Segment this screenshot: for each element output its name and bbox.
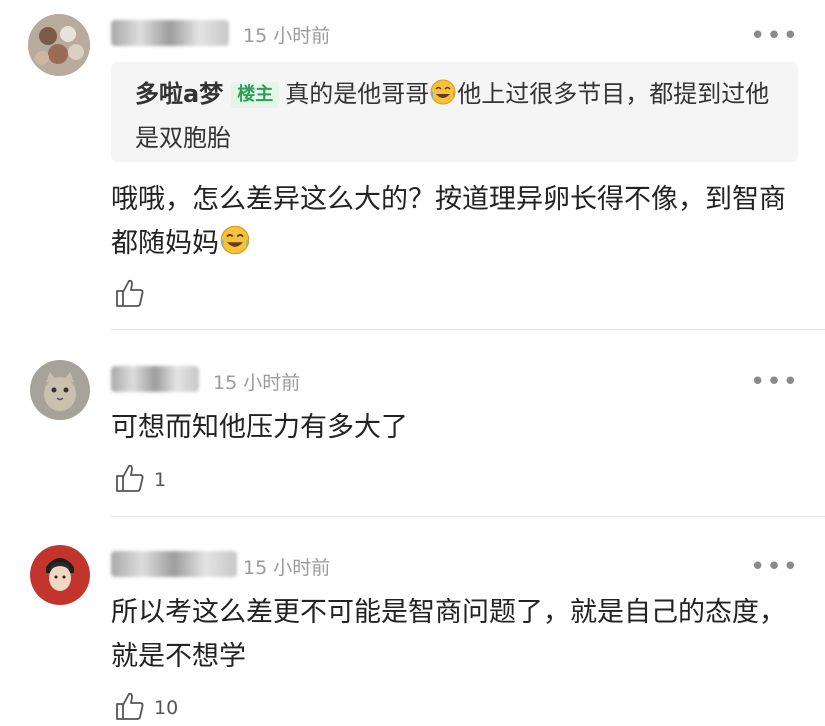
timestamp: 15 小时前 — [213, 372, 301, 394]
laughing-tears-emoji-icon — [219, 224, 251, 270]
thumbs-up-icon — [114, 462, 146, 498]
thumbs-up-icon — [114, 277, 146, 313]
username-redacted[interactable] — [111, 551, 237, 577]
comment-text: 哦哦，怎么差异这么大的？按道理异卵长得不像，到智商都随妈妈 — [111, 178, 801, 270]
avatar[interactable] — [30, 360, 90, 420]
quoted-reply: 多啦a梦 楼主 真的是他哥哥 他上过很多节目，都提到过他是双胞胎 — [111, 62, 798, 162]
comment-text: 可想而知他压力有多大了 — [111, 412, 408, 443]
comment-item: 15 小时前 ••• 可想而知他压力有多大了 1 — [0, 330, 825, 517]
like-button[interactable]: 1 — [114, 462, 166, 498]
username-redacted[interactable] — [111, 366, 199, 392]
comment-item: 15 小时前 ••• 所以考这么差更不可能是智商问题了，就是自己的态度，就是不想… — [0, 517, 825, 721]
timestamp: 15 小时前 — [243, 557, 331, 579]
quote-text-a: 真的是他哥哥 — [285, 80, 430, 108]
more-options-icon[interactable]: ••• — [750, 369, 798, 395]
quote-author[interactable]: 多啦a梦 — [135, 80, 223, 108]
more-options-icon[interactable]: ••• — [750, 554, 798, 580]
like-count: 10 — [154, 697, 179, 719]
more-options-icon[interactable]: ••• — [750, 23, 798, 49]
username-redacted[interactable] — [111, 20, 229, 46]
comment-text-a: 哦哦，怎么差异这么大的？按道理异卵长得不像，到智商都随妈妈 — [111, 184, 786, 259]
like-button[interactable] — [114, 277, 154, 313]
like-count: 1 — [154, 469, 167, 491]
quote-text: 多啦a梦 楼主 真的是他哥哥 他上过很多节目，都提到过他是双胞胎 — [135, 74, 785, 158]
timestamp: 15 小时前 — [243, 25, 331, 47]
avatar[interactable] — [28, 14, 90, 76]
comment-item: 15 小时前 ••• 多啦a梦 楼主 真的是他哥哥 他上过很多节目，都提到过他是双胞胎… — [0, 0, 825, 330]
laughing-tears-emoji-icon — [429, 78, 457, 118]
comment-text: 所以考这么差更不可能是智商问题了，就是自己的态度，就是不想学 — [111, 597, 786, 672]
op-badge: 楼主 — [231, 82, 280, 108]
avatar[interactable] — [30, 545, 90, 605]
